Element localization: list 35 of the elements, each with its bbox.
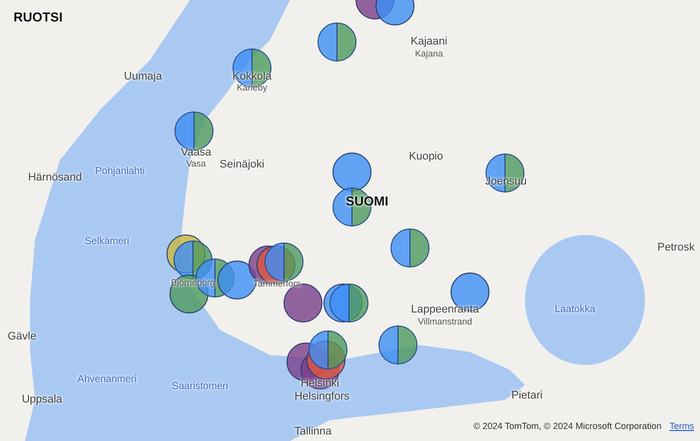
place-label: Lappeenranta: [411, 304, 479, 316]
pie-marker[interactable]: [376, 0, 414, 26]
place-label: Pietari: [511, 390, 543, 402]
place-label: Tallinna: [294, 426, 332, 438]
place-label: Kokkola: [232, 72, 272, 82]
place-label: Vaasa: [180, 148, 212, 158]
pie-marker[interactable]: [378, 326, 418, 364]
water-label: Ahvenanmeri: [78, 375, 136, 385]
water-label: Laatokka: [554, 305, 596, 315]
place-label: Seinäjoki: [220, 160, 264, 170]
place-label: Kuopio: [408, 152, 444, 162]
place-label: Härnösand: [28, 172, 82, 184]
place-label: Gävle: [8, 332, 36, 342]
place-label: Petrosk: [657, 242, 695, 254]
place-label: Kajaani: [410, 36, 448, 48]
terms-link[interactable]: Terms: [670, 420, 694, 433]
place-label: Uumaja: [124, 72, 162, 82]
place-label: Kajana: [414, 50, 444, 58]
pie-marker[interactable]: [486, 154, 524, 192]
water-label: Selkämeri: [84, 237, 130, 247]
water-label: Pohjanlahti: [95, 167, 145, 177]
water-label: Saaristomeri: [172, 382, 228, 392]
place-label: Uppsala: [22, 394, 62, 406]
pie-marker[interactable]: [390, 228, 430, 268]
place-label: Vasa: [186, 160, 206, 168]
pie-marker[interactable]: [318, 22, 356, 62]
pie-marker[interactable]: [332, 152, 372, 192]
place-label: Joensuu: [485, 176, 527, 188]
pie-marker[interactable]: [330, 284, 368, 322]
place-label: Karleby: [236, 84, 268, 92]
place-label: Villmanstrand: [418, 318, 472, 326]
country-label: RUOTSI: [13, 10, 63, 24]
attribution-text: © 2024 TomTom, © 2024 Microsoft Corporation: [473, 420, 662, 433]
place-label: Helsingfors: [294, 392, 350, 402]
map-drawing[interactable]: [0, 0, 700, 441]
